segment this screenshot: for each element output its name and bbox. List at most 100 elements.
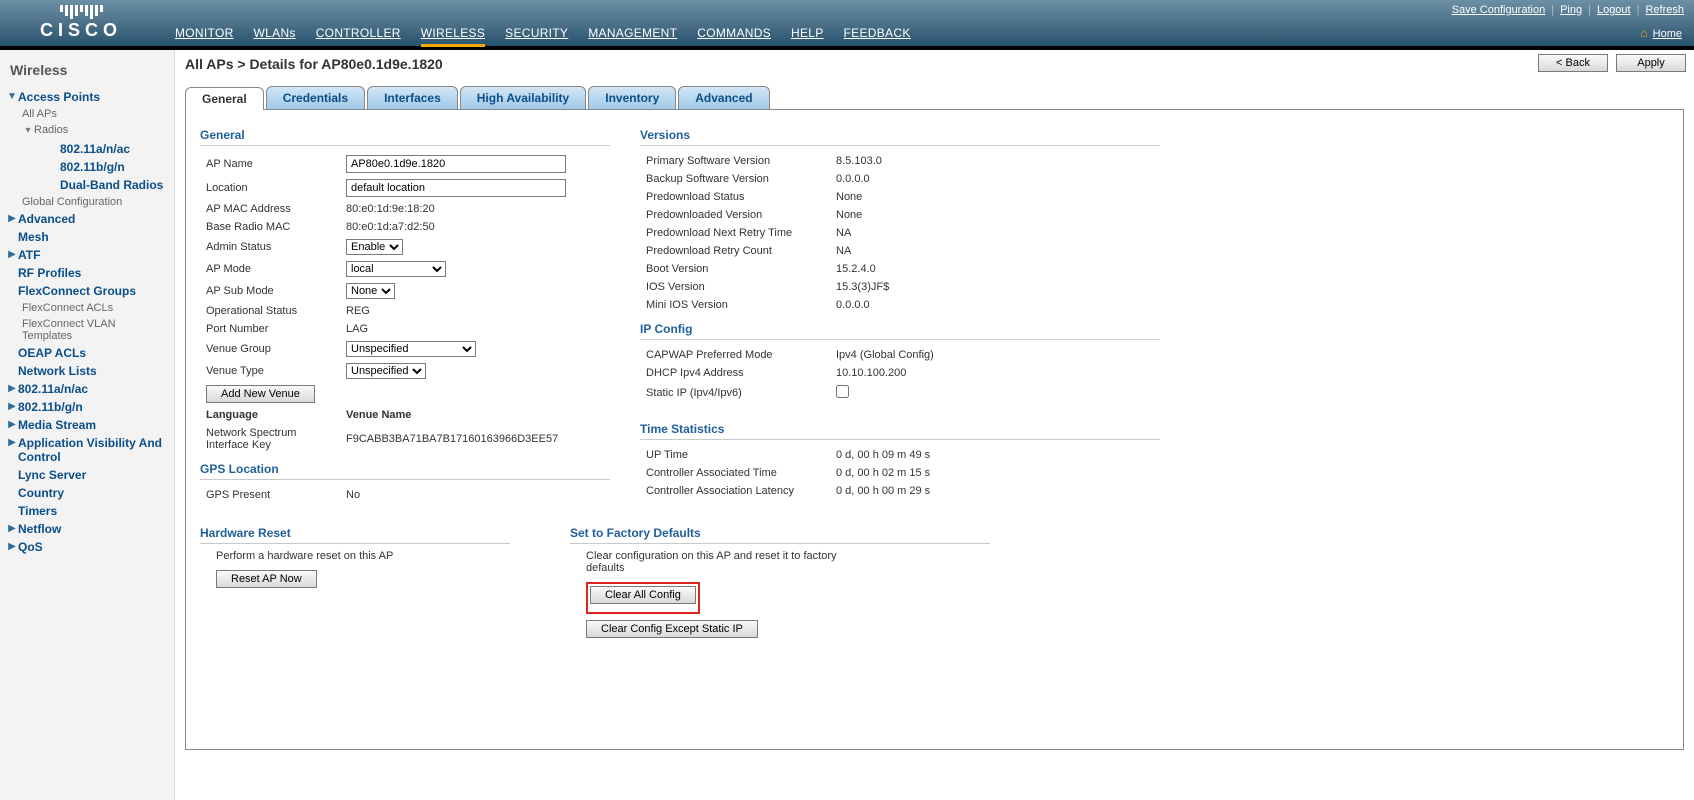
clear-all-config-button[interactable]: Clear All Config <box>590 586 696 604</box>
side-access-points[interactable]: Access Points <box>18 90 100 104</box>
cisco-logo: CISCO <box>40 5 122 41</box>
section-versions: Versions <box>640 124 1160 146</box>
ap-name-input[interactable] <box>346 155 566 173</box>
side-oeap-acls[interactable]: OEAP ACLs <box>18 346 86 360</box>
caret-right-icon[interactable]: ▶ <box>6 522 18 536</box>
nav-commands[interactable]: COMMANDS <box>697 26 771 40</box>
tab-credentials[interactable]: Credentials <box>266 86 365 109</box>
caret-right-icon[interactable]: ▶ <box>6 212 18 226</box>
side-advanced[interactable]: Advanced <box>18 212 75 226</box>
caret-right-icon[interactable]: ▶ <box>6 248 18 262</box>
side-flexconnect-vlan[interactable]: FlexConnect VLAN Templates <box>22 318 168 342</box>
lbl-port-number: Port Number <box>200 320 340 338</box>
caret-right-icon[interactable]: ▶ <box>6 382 18 396</box>
lbl-venue-group: Venue Group <box>200 338 340 360</box>
venue-type-select[interactable]: Unspecified <box>346 363 426 379</box>
lbl-base-radio-mac: Base Radio MAC <box>200 218 340 236</box>
content-area: All APs > Details for AP80e0.1d9e.1820 <… <box>175 50 1694 800</box>
refresh-link[interactable]: Refresh <box>1645 4 1684 16</box>
nav-wlans[interactable]: WLANs <box>254 26 296 40</box>
val-pv: None <box>830 206 1160 224</box>
side-80211b[interactable]: 802.11b/g/n <box>18 400 83 414</box>
home-link[interactable]: Home <box>1653 28 1682 40</box>
side-media-stream[interactable]: Media Stream <box>18 418 96 432</box>
caret-down-icon[interactable]: ▼ <box>6 90 18 104</box>
side-radio-dual[interactable]: Dual-Band Radios <box>44 178 163 192</box>
venue-group-select[interactable]: Unspecified <box>346 341 476 357</box>
lbl-pv: Predownloaded Version <box>640 206 830 224</box>
section-hardware-reset: Hardware Reset <box>200 522 510 544</box>
top-utilities: Save Configuration| Ping| Logout| Refres… <box>1452 4 1684 16</box>
tab-advanced[interactable]: Advanced <box>678 86 769 109</box>
reset-ap-now-button[interactable]: Reset AP Now <box>216 570 317 588</box>
apply-button[interactable]: Apply <box>1616 54 1686 72</box>
nav-feedback[interactable]: FEEDBACK <box>844 26 911 40</box>
tab-interfaces[interactable]: Interfaces <box>367 86 458 109</box>
section-gps: GPS Location <box>200 458 610 480</box>
logout-link[interactable]: Logout <box>1597 4 1631 16</box>
lbl-location: Location <box>200 176 340 200</box>
caret-right-icon[interactable]: ▶ <box>6 436 18 450</box>
side-netflow[interactable]: Netflow <box>18 522 61 536</box>
tab-general[interactable]: General <box>185 87 264 110</box>
section-time-stats: Time Statistics <box>640 418 1160 440</box>
lbl-cat: Controller Associated Time <box>640 464 830 482</box>
ap-mode-select[interactable]: local <box>346 261 446 277</box>
tab-bar: General Credentials Interfaces High Avai… <box>185 86 1684 110</box>
home-icon: ⌂ <box>1640 26 1647 40</box>
val-bsv: 0.0.0.0 <box>830 170 1160 188</box>
caret-right-icon[interactable]: ▶ <box>6 540 18 554</box>
side-all-aps[interactable]: All APs <box>22 108 57 120</box>
nav-monitor[interactable]: MONITOR <box>175 26 234 40</box>
lbl-ap-name: AP Name <box>200 152 340 176</box>
clear-config-except-static-ip-button[interactable]: Clear Config Except Static IP <box>586 620 758 638</box>
section-ip-config: IP Config <box>640 318 1160 340</box>
side-avc[interactable]: Application Visibility And Control <box>18 436 168 464</box>
lbl-ps: Predownload Status <box>640 188 830 206</box>
val-uptime: 0 d, 00 h 09 m 49 s <box>830 446 1160 464</box>
nav-wireless[interactable]: WIRELESS <box>421 26 485 47</box>
val-cpm: Ipv4 (Global Config) <box>830 346 1160 364</box>
side-flexconnect-acls[interactable]: FlexConnect ACLs <box>22 302 113 314</box>
side-mesh[interactable]: Mesh <box>18 230 49 244</box>
side-80211a[interactable]: 802.11a/n/ac <box>18 382 88 396</box>
side-timers[interactable]: Timers <box>18 504 57 518</box>
side-radios[interactable]: Radios <box>34 124 68 136</box>
back-button[interactable]: < Back <box>1538 54 1608 72</box>
static-ip-checkbox[interactable] <box>836 385 849 398</box>
ping-link[interactable]: Ping <box>1560 4 1582 16</box>
side-radio-b[interactable]: 802.11b/g/n <box>44 160 125 174</box>
add-new-venue-button[interactable]: Add New Venue <box>206 385 315 403</box>
val-psv: 8.5.103.0 <box>830 152 1160 170</box>
val-cat: 0 d, 00 h 02 m 15 s <box>830 464 1160 482</box>
nav-help[interactable]: HELP <box>791 26 824 40</box>
caret-right-icon[interactable]: ▶ <box>6 400 18 414</box>
side-rf-profiles[interactable]: RF Profiles <box>18 266 81 280</box>
tab-high-availability[interactable]: High Availability <box>460 86 586 109</box>
side-atf[interactable]: ATF <box>18 248 40 262</box>
caret-down-icon[interactable]: ▾ <box>22 124 34 138</box>
location-input[interactable] <box>346 179 566 197</box>
sidebar-title: Wireless <box>10 62 164 78</box>
home-link-wrap: ⌂ Home <box>1640 26 1682 40</box>
nav-management[interactable]: MANAGEMENT <box>588 26 677 40</box>
nav-security[interactable]: SECURITY <box>505 26 568 40</box>
nav-controller[interactable]: CONTROLLER <box>316 26 401 40</box>
lbl-dhcp: DHCP Ipv4 Address <box>640 364 830 382</box>
side-country[interactable]: Country <box>18 486 64 500</box>
side-qos[interactable]: QoS <box>18 540 43 554</box>
caret-right-icon[interactable]: ▶ <box>6 418 18 432</box>
admin-status-select[interactable]: Enable <box>346 239 403 255</box>
ap-sub-mode-select[interactable]: None <box>346 283 395 299</box>
side-network-lists[interactable]: Network Lists <box>18 364 97 378</box>
val-boot: 15.2.4.0 <box>830 260 1160 278</box>
val-port-number: LAG <box>340 320 610 338</box>
side-lync[interactable]: Lync Server <box>18 468 86 482</box>
tab-inventory[interactable]: Inventory <box>588 86 676 109</box>
side-flexconnect-groups[interactable]: FlexConnect Groups <box>18 284 136 298</box>
side-radio-a[interactable]: 802.11a/n/ac <box>44 142 130 156</box>
lbl-static-ip: Static IP (Ipv4/Ipv6) <box>640 382 830 404</box>
save-config-link[interactable]: Save Configuration <box>1452 4 1546 16</box>
page-title: All APs > Details for AP80e0.1d9e.1820 <box>185 56 443 72</box>
side-global-config[interactable]: Global Configuration <box>22 196 122 208</box>
